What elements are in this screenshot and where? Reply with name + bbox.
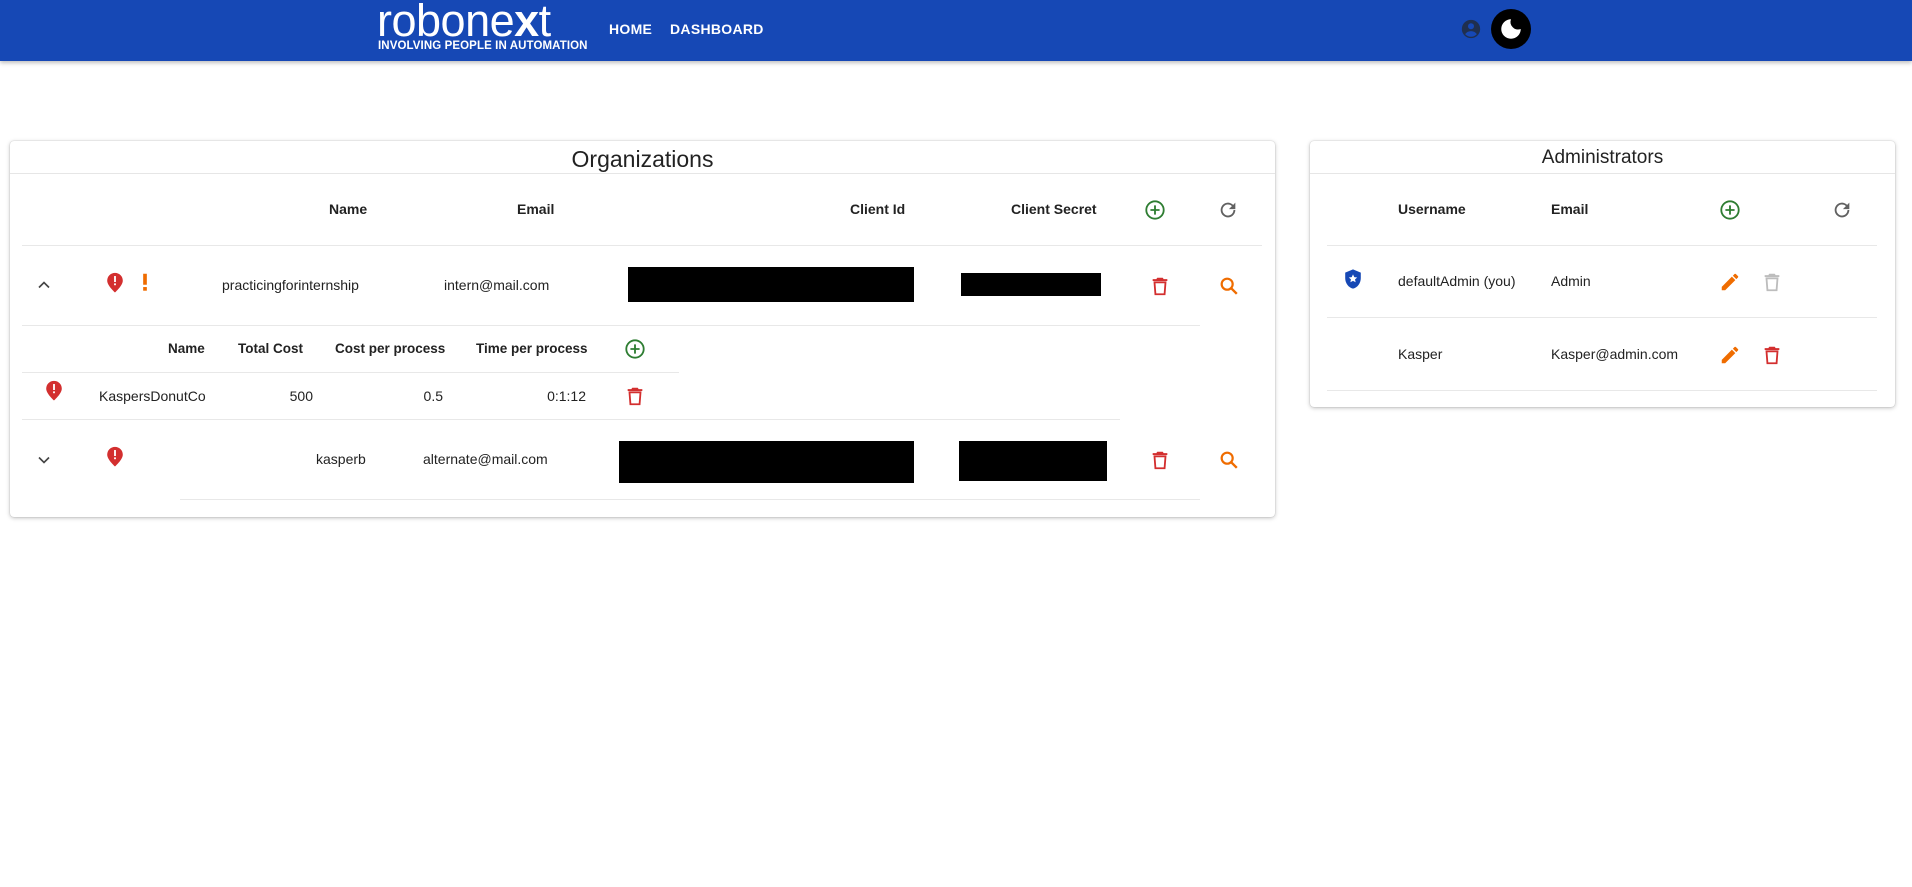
delete-admin-button[interactable] [1761, 344, 1783, 366]
app-bar: robonext INVOLVING PEOPLE IN AUTOMATION … [0, 0, 1912, 61]
delete-organization-button[interactable] [1149, 449, 1171, 471]
client-id-redacted [619, 441, 914, 483]
row-divider [1327, 317, 1877, 318]
admin-username: defaultAdmin (you) [1398, 273, 1516, 289]
theme-toggle-button[interactable] [1491, 9, 1531, 49]
admin-email: Kasper@admin.com [1551, 346, 1679, 362]
dark-mode-moon-icon [1501, 19, 1521, 39]
edit-admin-pencil-button[interactable] [1719, 344, 1741, 366]
header-divider [22, 245, 1262, 246]
account-circle-icon[interactable] [1460, 18, 1482, 40]
organizations-card: Organizations Name Email Client Id Clien… [10, 141, 1275, 517]
error-icon [46, 380, 62, 401]
col-client-id: Client Id [850, 201, 906, 217]
shield-star-icon [1345, 269, 1361, 289]
proc-col-time-per-process: Time per process [476, 341, 588, 356]
view-organization-search-button[interactable] [1218, 275, 1240, 297]
error-icon [107, 446, 123, 467]
admin-email: Admin [1551, 273, 1591, 289]
process-row-divider [22, 419, 1120, 420]
add-administrator-button[interactable] [1719, 199, 1741, 221]
process-name: KaspersDonutCo [99, 388, 206, 404]
collapse-chevron-up-icon[interactable] [34, 275, 54, 295]
title-divider [1310, 173, 1895, 174]
view-organization-search-button[interactable] [1218, 449, 1240, 471]
process-time-per-process: 0:1:12 [547, 388, 586, 404]
org-name: practicingforinternship [222, 277, 359, 293]
admin-username: Kasper [1398, 346, 1443, 362]
org-email: alternate@mail.com [423, 451, 548, 467]
col-client-secret: Client Secret [1011, 201, 1097, 217]
proc-col-name: Name [168, 341, 205, 356]
add-process-button[interactable] [624, 338, 646, 360]
row-divider [180, 499, 1200, 500]
delete-organization-button[interactable] [1149, 275, 1171, 297]
delete-admin-disabled-button [1764, 273, 1780, 292]
org-email: intern@mail.com [444, 277, 550, 293]
warning-exclamation-icon [143, 273, 147, 291]
client-secret-redacted [961, 273, 1101, 296]
row-divider [1327, 390, 1877, 391]
client-secret-redacted [959, 441, 1107, 481]
col-email: Email [1551, 201, 1589, 217]
client-id-redacted [628, 267, 914, 302]
expand-chevron-down-icon[interactable] [34, 450, 54, 470]
proc-col-total-cost: Total Cost [238, 341, 303, 356]
proc-col-cost-per-process: Cost per process [335, 341, 446, 356]
org-name: kasperb [316, 451, 366, 467]
title-divider [10, 173, 1275, 174]
delete-process-button[interactable] [624, 385, 646, 407]
error-icon [107, 272, 123, 293]
nav-dashboard[interactable]: DASHBOARD [670, 21, 764, 37]
organizations-title: Organizations [571, 146, 714, 172]
row-divider [22, 325, 1200, 326]
administrators-card: Administrators Username Email defaultAdm… [1310, 141, 1895, 407]
process-cost-per-process: 0.5 [423, 388, 443, 404]
proc-header-divider [22, 372, 679, 373]
process-total-cost: 500 [289, 388, 313, 404]
nav-home[interactable]: HOME [609, 21, 652, 37]
logo-tagline: INVOLVING PEOPLE IN AUTOMATION [378, 40, 588, 52]
col-username: Username [1398, 201, 1466, 217]
header-divider [1327, 245, 1877, 246]
edit-admin-pencil-button[interactable] [1719, 271, 1741, 293]
add-organization-button[interactable] [1144, 199, 1166, 221]
col-name: Name [329, 201, 368, 217]
administrators-title: Administrators [1541, 147, 1664, 168]
col-email: Email [517, 201, 555, 217]
robonext-logo[interactable]: robonext INVOLVING PEOPLE IN AUTOMATION [377, 0, 587, 58]
refresh-organizations-button[interactable] [1217, 199, 1239, 221]
refresh-administrators-button[interactable] [1831, 199, 1853, 221]
